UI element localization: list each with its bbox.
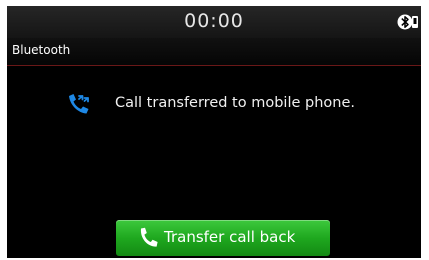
call-transfer-icon: [69, 94, 89, 114]
page-title: Bluetooth: [12, 43, 71, 57]
transfer-message: Call transferred to mobile phone.: [7, 91, 421, 121]
phone-handset-icon: [140, 227, 158, 247]
title-bar: Bluetooth: [7, 38, 421, 66]
head-unit-screen: 00:00 Bluetooth Call transferred to mobi…: [7, 6, 421, 258]
transfer-call-back-button[interactable]: Transfer call back: [116, 220, 330, 256]
message-text: Call transferred to mobile phone.: [115, 95, 356, 111]
transfer-call-back-label: Transfer call back: [164, 228, 296, 246]
clock: 00:00: [184, 10, 244, 32]
status-bar: 00:00: [7, 6, 421, 38]
bluetooth-connected-icon: [397, 14, 418, 30]
